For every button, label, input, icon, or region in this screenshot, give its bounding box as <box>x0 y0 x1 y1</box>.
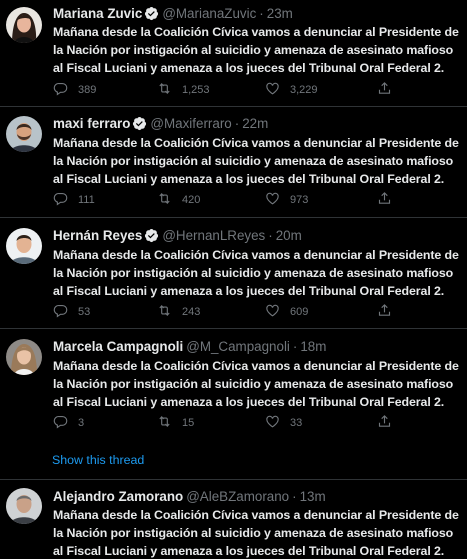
retweet-button[interactable]: 15 <box>157 413 194 433</box>
retweet-button[interactable]: 243 <box>157 302 200 322</box>
reply-icon <box>53 192 68 206</box>
like-count: 609 <box>290 306 309 318</box>
timeline-feed: Mariana Zuvic @MarianaZuvic · 23m Mañana de… <box>0 0 467 559</box>
tweet[interactable]: Mariana Zuvic @MarianaZuvic · 23m Mañana de… <box>0 0 467 107</box>
verified-badge-icon <box>132 116 147 131</box>
reply-button[interactable]: 3 <box>53 413 84 433</box>
verified-badge-icon <box>144 228 159 243</box>
retweet-count: 15 <box>182 417 195 429</box>
like-count: 3,229 <box>290 84 318 96</box>
retweet-count: 243 <box>182 306 201 318</box>
separator-dot: · <box>259 6 264 21</box>
heart-icon <box>266 415 279 428</box>
retweet-icon <box>159 82 170 95</box>
reply-icon <box>53 82 68 96</box>
like-button[interactable]: 609 <box>265 302 308 322</box>
retweet-icon <box>159 304 170 317</box>
tweet-text: Mañana desde la Coalición Cívica vamos a… <box>53 136 459 186</box>
like-button[interactable]: 973 <box>265 190 308 210</box>
tweet-actions: 389 1,253 3,229 <box>53 80 393 100</box>
reply-button[interactable]: 111 <box>53 190 95 210</box>
retweet-button[interactable]: 1,253 <box>157 80 210 100</box>
heart-icon <box>266 82 279 95</box>
tweet[interactable]: Alejandro Zamorano @AleBZamorano · 13m Maña… <box>0 480 467 559</box>
avatar[interactable] <box>6 339 42 375</box>
reply-count: 111 <box>78 194 95 206</box>
author-handle[interactable]: @Maxiferraro <box>150 116 231 131</box>
timestamp[interactable]: 23m <box>267 6 293 21</box>
share-button[interactable] <box>377 80 402 100</box>
reply-count: 3 <box>78 417 85 429</box>
tweet-text: Mañana desde la Coalición Cívica vamos a… <box>53 25 459 75</box>
separator-dot: · <box>234 116 240 131</box>
author-handle[interactable]: @AleBZamorano <box>186 489 289 504</box>
avatar-man-beard-icon <box>6 116 42 152</box>
show-thread-link[interactable]: Show this thread <box>52 453 144 467</box>
tweet-header: Mariana Zuvic @MarianaZuvic · 23m <box>53 5 293 23</box>
reply-button[interactable]: 53 <box>53 302 90 322</box>
timestamp[interactable]: 22m <box>242 116 268 131</box>
share-icon <box>378 415 391 427</box>
retweet-button[interactable]: 420 <box>157 190 200 210</box>
share-icon <box>378 304 391 316</box>
author-name[interactable]: maxi ferraro <box>53 116 130 131</box>
like-button[interactable]: 33 <box>265 413 302 433</box>
share-button[interactable] <box>377 413 402 433</box>
tweet-text: Mañana desde la Coalición Cívica vamos a… <box>53 359 459 409</box>
separator-dot: · <box>268 228 273 243</box>
tweet-header: Alejandro Zamorano @AleBZamorano · 13m <box>53 488 326 506</box>
author-name[interactable]: Mariana Zuvic <box>53 6 142 21</box>
reply-icon <box>53 415 68 429</box>
author-name[interactable]: Hernán Reyes <box>53 228 142 243</box>
tweet[interactable]: Hernán Reyes @HernanLReyes · 20m Mañana des… <box>0 218 467 329</box>
avatar-man-grey-icon <box>6 488 42 524</box>
like-button[interactable]: 3,229 <box>265 80 318 100</box>
avatar-woman-dark-hair-icon <box>6 7 42 43</box>
tweet-actions: 111 420 973 <box>53 190 393 210</box>
tweet-header: Hernán Reyes @HernanLReyes · 20m <box>53 227 302 245</box>
verified-badge-icon <box>144 6 159 21</box>
author-name[interactable]: Alejandro Zamorano <box>53 489 183 504</box>
retweet-icon <box>159 415 170 428</box>
timestamp[interactable]: 13m <box>300 489 326 504</box>
separator-dot: · <box>292 339 298 354</box>
like-count: 33 <box>290 417 303 429</box>
avatar-man-light-background-icon <box>6 228 42 264</box>
timestamp[interactable]: 18m <box>300 339 326 354</box>
author-name[interactable]: Marcela Campagnoli <box>53 339 183 354</box>
share-button[interactable] <box>377 190 402 210</box>
heart-icon <box>266 304 279 317</box>
reply-button[interactable]: 389 <box>53 80 96 100</box>
tweet-text: Mañana desde la Coalición Cívica vamos a… <box>53 248 459 298</box>
retweet-icon <box>159 192 170 205</box>
share-icon <box>378 192 391 204</box>
reply-count: 389 <box>78 84 97 96</box>
tweet-header: maxi ferraro @Maxiferraro · 22m <box>53 115 268 133</box>
avatar[interactable] <box>6 488 42 524</box>
tweet-header: Marcela Campagnoli @M_Campagnoli · 18m <box>53 338 326 356</box>
share-icon <box>378 82 391 94</box>
reply-icon <box>53 304 68 318</box>
tweet-actions: 3 15 33 <box>53 413 393 433</box>
avatar[interactable] <box>6 7 42 43</box>
tweet-actions: 53 243 609 <box>53 302 393 322</box>
avatar[interactable] <box>6 116 42 152</box>
author-handle[interactable]: @M_Campagnoli <box>186 339 290 354</box>
share-button[interactable] <box>377 302 402 322</box>
tweet[interactable]: maxi ferraro @Maxiferraro · 22m Mañana desd… <box>0 107 467 218</box>
tweet-text: Mañana desde la Coalición Cívica vamos a… <box>53 508 459 558</box>
separator-dot: · <box>292 489 297 504</box>
author-handle[interactable]: @HernanLReyes <box>162 228 265 243</box>
retweet-count: 420 <box>182 194 201 206</box>
timestamp[interactable]: 20m <box>276 228 302 243</box>
avatar-woman-light-hair-icon <box>6 339 42 375</box>
author-handle[interactable]: @MarianaZuvic <box>162 6 256 21</box>
avatar[interactable] <box>6 228 42 264</box>
like-count: 973 <box>290 194 309 206</box>
retweet-count: 1,253 <box>182 84 210 96</box>
heart-icon <box>266 192 279 205</box>
reply-count: 53 <box>78 306 91 318</box>
